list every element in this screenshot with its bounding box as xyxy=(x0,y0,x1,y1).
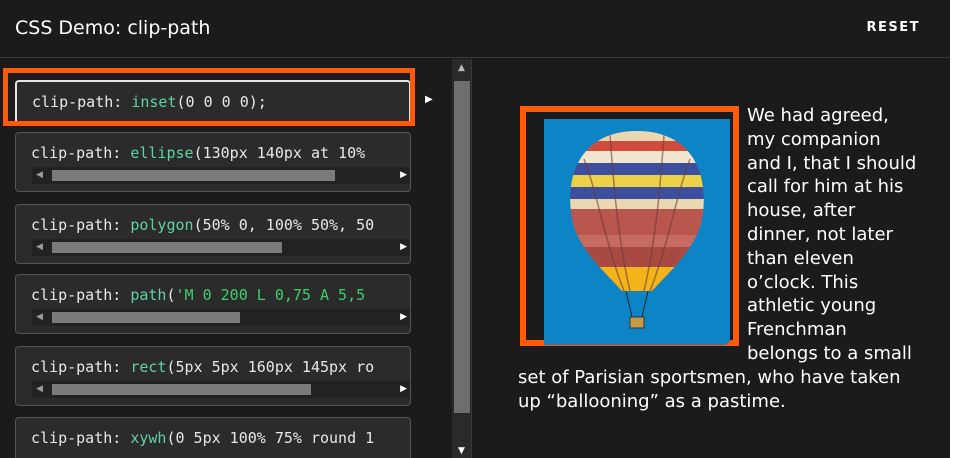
function-args: (5px 5px 160px 145px ro xyxy=(166,358,375,376)
demo-title: CSS Demo: clip-path xyxy=(15,17,211,39)
property-name: clip-path: xyxy=(31,216,122,234)
example-element-highlight xyxy=(520,106,739,346)
choice-rect[interactable]: clip-path: rect(5px 5px 160px 145px ro ◀… xyxy=(15,346,411,406)
function-args: (0 5px 100% 75% round 1 xyxy=(166,429,375,447)
function-name: rect xyxy=(130,358,167,376)
scroll-right-arrow-icon[interactable]: ▶ xyxy=(400,170,407,180)
choices-panel: clip-path: inset(0 0 0 0); clip-path: el… xyxy=(0,59,472,458)
page-edge xyxy=(950,0,960,458)
function-name: xywh xyxy=(130,429,167,447)
scroll-up-arrow-icon[interactable]: ▲ xyxy=(458,63,465,73)
scroll-down-arrow-icon[interactable]: ▼ xyxy=(458,446,465,456)
scrollbar-thumb[interactable] xyxy=(454,81,470,413)
function-args: (130px 140px at 10% xyxy=(193,144,366,162)
scroll-left-arrow-icon[interactable]: ◀ xyxy=(36,242,43,252)
horizontal-scrollbar[interactable]: ◀ ▶ xyxy=(32,239,410,256)
choice-path[interactable]: clip-path: path('M 0 200 L 0,75 A 5,5 ◀ … xyxy=(15,274,411,334)
selected-choice-highlight xyxy=(3,68,415,126)
choice-code[interactable]: clip-path: xywh(0 5px 100% 75% round 1 xyxy=(31,429,374,447)
scroll-right-arrow-icon[interactable]: ▶ xyxy=(400,384,407,394)
path-string: 'M 0 200 L 0,75 A 5,5 xyxy=(175,286,366,304)
function-args: ( xyxy=(166,286,176,304)
function-name: polygon xyxy=(130,216,194,234)
demo-header: CSS Demo: clip-path RESET xyxy=(0,0,950,58)
choices-vertical-scrollbar[interactable]: ▲ ▼ xyxy=(452,59,471,458)
css-demo-app: CSS Demo: clip-path RESET clip-path: ins… xyxy=(0,0,950,458)
scroll-right-arrow-icon[interactable]: ▶ xyxy=(400,312,407,322)
scrollbar-thumb[interactable] xyxy=(52,242,282,253)
horizontal-scrollbar[interactable]: ◀ ▶ xyxy=(32,309,410,326)
choice-xywh[interactable]: clip-path: xywh(0 5px 100% 75% round 1 xyxy=(15,417,411,458)
choice-code[interactable]: clip-path: ellipse(130px 140px at 10% xyxy=(31,144,365,162)
choice-code[interactable]: clip-path: rect(5px 5px 160px 145px ro xyxy=(31,358,374,376)
choice-code[interactable]: clip-path: polygon(50% 0, 100% 50%, 50 xyxy=(31,216,374,234)
property-name: clip-path: xyxy=(31,286,122,304)
property-name: clip-path: xyxy=(31,429,122,447)
horizontal-scrollbar[interactable]: ◀ ▶ xyxy=(32,381,410,398)
scrollbar-thumb[interactable] xyxy=(52,170,335,181)
reset-button[interactable]: RESET xyxy=(866,20,920,35)
choice-polygon[interactable]: clip-path: polygon(50% 0, 100% 50%, 50 ◀… xyxy=(15,204,411,264)
scroll-left-arrow-icon[interactable]: ◀ xyxy=(36,170,43,180)
hot-air-balloon-image xyxy=(544,119,730,345)
scrollbar-thumb[interactable] xyxy=(52,384,311,395)
output-panel: We had agreed, my companion and I, that … xyxy=(473,59,950,458)
property-name: clip-path: xyxy=(31,144,122,162)
hot-air-balloon-icon xyxy=(570,131,704,329)
scroll-right-arrow-icon[interactable]: ▶ xyxy=(400,242,407,252)
example-container: We had agreed, my companion and I, that … xyxy=(518,104,918,413)
choice-ellipse[interactable]: clip-path: ellipse(130px 140px at 10% ◀ … xyxy=(15,132,411,192)
scrollbar-thumb[interactable] xyxy=(52,312,240,323)
function-args: (50% 0, 100% 50%, 50 xyxy=(193,216,375,234)
scroll-left-arrow-icon[interactable]: ◀ xyxy=(36,312,43,322)
function-name: ellipse xyxy=(130,144,194,162)
property-name: clip-path: xyxy=(31,358,122,376)
function-name: path xyxy=(130,286,167,304)
horizontal-scrollbar[interactable]: ◀ ▶ xyxy=(32,167,410,184)
choice-code[interactable]: clip-path: path('M 0 200 L 0,75 A 5,5 xyxy=(31,286,365,304)
scroll-left-arrow-icon[interactable]: ◀ xyxy=(36,384,43,394)
play-arrow-icon: ▶ xyxy=(425,94,433,105)
